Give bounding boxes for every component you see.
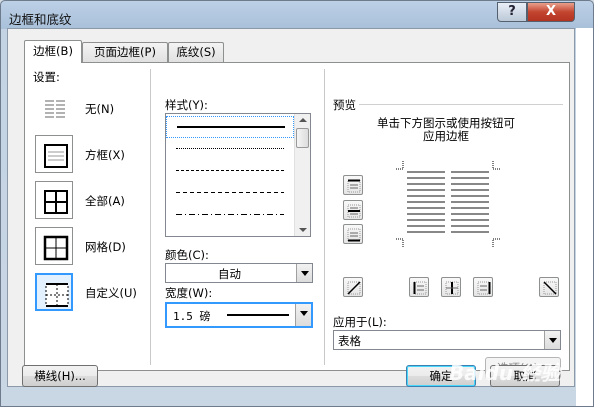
style-list[interactable] bbox=[165, 113, 311, 237]
border-all-icon bbox=[44, 190, 68, 214]
width-dropdown[interactable]: 1.5 磅 bbox=[165, 302, 313, 328]
border-diagonal-down-button[interactable] bbox=[539, 277, 559, 297]
style-list-scrollbar[interactable] bbox=[294, 114, 310, 236]
border-grid-icon bbox=[43, 235, 69, 261]
horizontal-line-button[interactable]: 横线(H)... bbox=[22, 365, 98, 387]
diagonal-up-icon bbox=[347, 281, 361, 295]
width-value: 1.5 磅 bbox=[173, 310, 211, 323]
setting-box-button[interactable] bbox=[35, 135, 73, 173]
chevron-down-icon[interactable] bbox=[296, 264, 312, 282]
settings-group-label: 设置: bbox=[33, 70, 60, 84]
preview-group-line bbox=[359, 104, 563, 105]
border-diagonal-up-button[interactable] bbox=[343, 277, 363, 297]
chevron-down-icon[interactable] bbox=[295, 304, 311, 326]
tab-panel: 设置: 无(N) 方框(X) 全部(A) 网格(D) 自定义(U) 样式(Y):… bbox=[24, 62, 570, 379]
setting-none-button[interactable] bbox=[35, 89, 73, 127]
help-button[interactable]: ? bbox=[497, 2, 527, 22]
setting-grid-button[interactable] bbox=[35, 227, 73, 265]
tab-page-border[interactable]: 页面边框(P) bbox=[82, 42, 168, 62]
border-inside-vertical-button[interactable] bbox=[441, 277, 461, 297]
close-button[interactable]: X bbox=[527, 2, 575, 22]
diagonal-down-icon bbox=[543, 281, 557, 295]
style-option-dashed[interactable] bbox=[166, 160, 294, 182]
preview-hint-2: 应用边框 bbox=[423, 129, 469, 143]
setting-all-button[interactable] bbox=[35, 181, 73, 219]
setting-none-label[interactable]: 无(N) bbox=[85, 101, 114, 117]
watermark-logo: Baidu 经验 bbox=[449, 361, 561, 385]
color-label: 颜色(C): bbox=[165, 248, 209, 262]
border-box-icon bbox=[44, 144, 68, 168]
border-custom-icon bbox=[45, 283, 69, 307]
width-sample-line bbox=[227, 314, 289, 316]
setting-grid-label[interactable]: 网格(D) bbox=[85, 239, 126, 255]
width-label: 宽度(W): bbox=[165, 286, 213, 300]
apply-to-value: 表格 bbox=[338, 334, 361, 348]
apply-to-label: 应用于(L): bbox=[333, 315, 387, 329]
scroll-thumb[interactable] bbox=[296, 128, 309, 148]
preview-group-label: 预览 bbox=[333, 98, 356, 112]
setting-custom-label[interactable]: 自定义(U) bbox=[85, 285, 137, 301]
border-bottom-button[interactable] bbox=[343, 224, 363, 244]
color-value: 自动 bbox=[218, 267, 241, 281]
tab-shading[interactable]: 底纹(S) bbox=[168, 42, 224, 62]
border-left-button[interactable] bbox=[409, 277, 429, 297]
style-option-dotted[interactable] bbox=[166, 138, 294, 160]
style-option-dashed-fine[interactable] bbox=[166, 182, 294, 204]
column-divider-2 bbox=[324, 69, 325, 365]
border-none-icon bbox=[45, 99, 65, 119]
scroll-up-icon[interactable] bbox=[299, 118, 307, 122]
scroll-down-icon[interactable] bbox=[299, 228, 307, 232]
chevron-down-icon[interactable] bbox=[544, 331, 560, 349]
color-dropdown[interactable]: 自动 bbox=[165, 263, 313, 283]
dialog-body: 边框(B) 页面边框(P) 底纹(S) 设置: 无(N) 方框(X) 全部(A)… bbox=[7, 28, 575, 387]
background-window bbox=[576, 28, 593, 406]
border-inside-horizontal-button[interactable] bbox=[343, 200, 363, 220]
column-divider bbox=[150, 69, 151, 365]
border-bottom-icon bbox=[347, 228, 361, 242]
border-inside-vertical-icon bbox=[445, 281, 459, 295]
style-option-solid[interactable] bbox=[166, 116, 294, 138]
setting-box-label[interactable]: 方框(X) bbox=[85, 147, 125, 163]
style-label: 样式(Y): bbox=[165, 98, 208, 112]
setting-all-label[interactable]: 全部(A) bbox=[85, 193, 125, 209]
setting-custom-button[interactable] bbox=[35, 273, 73, 311]
border-right-icon bbox=[477, 281, 491, 295]
border-top-icon bbox=[347, 179, 361, 193]
dialog-title: 边框和底纹 bbox=[9, 12, 72, 27]
preview-diagram[interactable] bbox=[393, 159, 503, 249]
tab-borders[interactable]: 边框(B) bbox=[24, 40, 82, 63]
dialog-window: 边框和底纹 ? X 边框(B) 页面边框(P) 底纹(S) 设置: 无(N) 方… bbox=[0, 0, 594, 407]
border-top-button[interactable] bbox=[343, 175, 363, 195]
border-right-button[interactable] bbox=[473, 277, 493, 297]
style-option-dash-dot[interactable] bbox=[166, 204, 294, 226]
border-inside-horizontal-icon bbox=[347, 204, 361, 218]
border-left-icon bbox=[413, 281, 427, 295]
apply-to-dropdown[interactable]: 表格 bbox=[333, 330, 561, 350]
